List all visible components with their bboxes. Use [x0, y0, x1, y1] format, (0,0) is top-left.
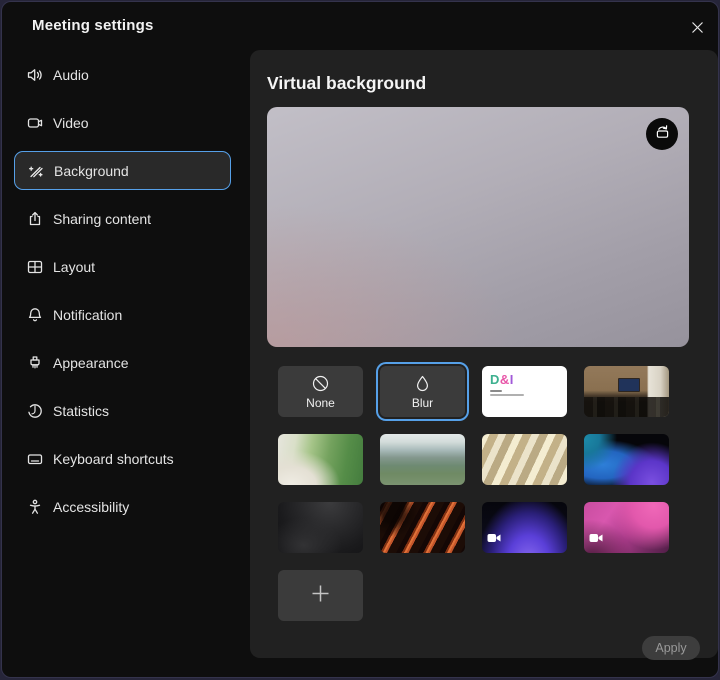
sidebar-item-accessibility[interactable]: Accessibility: [2, 483, 250, 531]
flip-camera-button[interactable]: [646, 118, 678, 150]
share-icon: [26, 210, 44, 228]
settings-nav: Audio Video Background: [2, 51, 250, 531]
magic-wand-icon: [27, 162, 45, 180]
sidebar-item-keyboard-shortcuts[interactable]: Keyboard shortcuts: [2, 435, 250, 483]
sidebar-item-layout[interactable]: Layout: [2, 243, 250, 291]
background-tile-dni-logo[interactable]: D&I: [482, 366, 567, 417]
background-tile-blurred-mountains[interactable]: [380, 434, 465, 485]
sidebar-item-label: Notification: [53, 307, 122, 323]
sidebar-item-label: Accessibility: [53, 499, 129, 515]
sidebar-item-label: Video: [53, 115, 89, 131]
speaker-icon: [26, 66, 44, 84]
keyboard-icon: [26, 450, 44, 468]
background-tile-blur[interactable]: Blur: [380, 366, 465, 417]
sidebar-item-audio[interactable]: Audio: [2, 51, 250, 99]
sidebar-item-notification[interactable]: Notification: [2, 291, 250, 339]
tile-label: Blur: [412, 397, 433, 410]
sidebar-item-label: Sharing content: [53, 211, 151, 227]
camera-preview: [267, 107, 689, 347]
dialog-title: Meeting settings: [32, 17, 154, 34]
video-camera-icon: [26, 114, 44, 132]
sidebar-item-label: Keyboard shortcuts: [53, 451, 174, 467]
background-tile-dark-swirl[interactable]: [278, 502, 363, 553]
meeting-settings-dialog: Meeting settings Audio: [1, 1, 719, 678]
background-tile-abstract-blue-purple[interactable]: [584, 434, 669, 485]
prohibited-icon: [311, 374, 330, 396]
flip-camera-icon: [654, 123, 671, 145]
sidebar-item-label: Audio: [53, 67, 89, 83]
sidebar-item-appearance[interactable]: Appearance: [2, 339, 250, 387]
sidebar-item-sharing-content[interactable]: Sharing content: [2, 195, 250, 243]
statistics-dial-icon: [26, 402, 44, 420]
background-tile-office-interior[interactable]: [584, 366, 669, 417]
titlebar: Meeting settings: [2, 2, 718, 50]
video-camera-icon: [487, 530, 501, 548]
apply-button[interactable]: Apply: [642, 636, 700, 660]
virtual-background-panel: Virtual background: [250, 50, 718, 658]
sidebar-item-background[interactable]: Background: [14, 151, 231, 190]
background-tile-living-room[interactable]: [278, 434, 363, 485]
background-options-grid: None Blur D&I: [278, 366, 669, 621]
video-camera-icon: [589, 530, 603, 548]
dni-caption-line: [490, 390, 502, 392]
dni-caption-line: [490, 394, 524, 396]
sidebar-item-label: Appearance: [53, 355, 129, 371]
background-tile-none[interactable]: None: [278, 366, 363, 417]
sidebar-item-label: Background: [54, 163, 129, 179]
bell-icon: [26, 306, 44, 324]
background-tile-window-light[interactable]: [482, 434, 567, 485]
accessibility-person-icon: [26, 498, 44, 516]
sidebar-item-video[interactable]: Video: [2, 99, 250, 147]
sidebar-item-label: Statistics: [53, 403, 109, 419]
background-tile-orange-marble[interactable]: [380, 502, 465, 553]
tile-label: None: [306, 397, 335, 410]
add-background-button[interactable]: [278, 570, 363, 621]
background-tile-pink-waves-video[interactable]: [584, 502, 669, 553]
background-tile-purple-glow-video[interactable]: [482, 502, 567, 553]
water-drop-icon: [414, 374, 431, 396]
close-icon: [690, 20, 705, 35]
sidebar-item-statistics[interactable]: Statistics: [2, 387, 250, 435]
layout-grid-icon: [26, 258, 44, 276]
panel-heading: Virtual background: [267, 73, 426, 94]
close-button[interactable]: [686, 16, 708, 38]
plus-icon: [310, 583, 331, 609]
paint-brush-icon: [26, 354, 44, 372]
sidebar-item-label: Layout: [53, 259, 95, 275]
dni-logo: D&I: [490, 373, 567, 387]
